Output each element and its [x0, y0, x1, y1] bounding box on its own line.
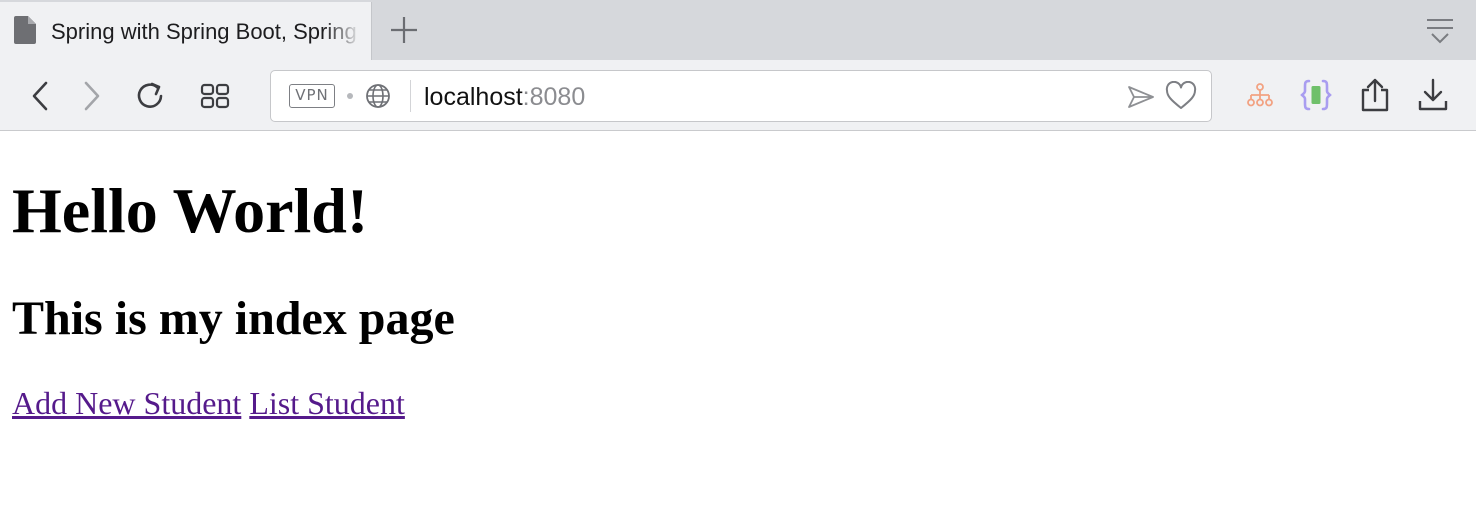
tab-title: Spring with Spring Boot, Spring MVC — [51, 19, 361, 44]
chevron-left-icon[interactable] — [24, 79, 58, 113]
list-student-link[interactable]: List Student — [249, 385, 405, 421]
url-divider — [410, 80, 411, 112]
heart-icon[interactable] — [1165, 81, 1197, 111]
tab-menu-icon[interactable] — [1424, 16, 1456, 46]
url-field[interactable]: localhost:8080 — [424, 83, 585, 112]
document-icon — [14, 16, 36, 44]
web-page-content: Hello World! This is my index page Add N… — [0, 131, 1476, 516]
student-links: Add New Student List Student — [12, 384, 405, 422]
address-bar[interactable]: VPN localhost:8080 — [270, 70, 1212, 122]
page-heading: Hello World! — [12, 175, 369, 246]
grid-icon[interactable] — [198, 79, 232, 113]
add-new-student-link[interactable]: Add New Student — [12, 385, 241, 421]
globe-icon[interactable] — [365, 83, 391, 109]
sitemap-icon[interactable] — [1246, 82, 1274, 110]
browser-toolbar: VPN localhost:8080 — [0, 60, 1476, 131]
url-port: :8080 — [522, 83, 586, 111]
reload-icon[interactable] — [134, 79, 168, 113]
url-host: localhost — [424, 83, 523, 111]
download-icon[interactable] — [1416, 77, 1450, 113]
page-subheading: This is my index page — [12, 292, 455, 345]
json-braces-icon[interactable] — [1300, 78, 1332, 112]
chevron-right-icon[interactable] — [74, 79, 108, 113]
vpn-badge[interactable]: VPN — [289, 84, 335, 108]
send-icon[interactable] — [1127, 83, 1155, 111]
separator-dot — [347, 93, 353, 99]
share-icon[interactable] — [1358, 77, 1392, 113]
active-tab[interactable]: Spring with Spring Boot, Spring MVC — [0, 2, 372, 60]
plus-icon[interactable] — [388, 14, 420, 46]
tab-strip: Spring with Spring Boot, Spring MVC — [0, 0, 1476, 60]
